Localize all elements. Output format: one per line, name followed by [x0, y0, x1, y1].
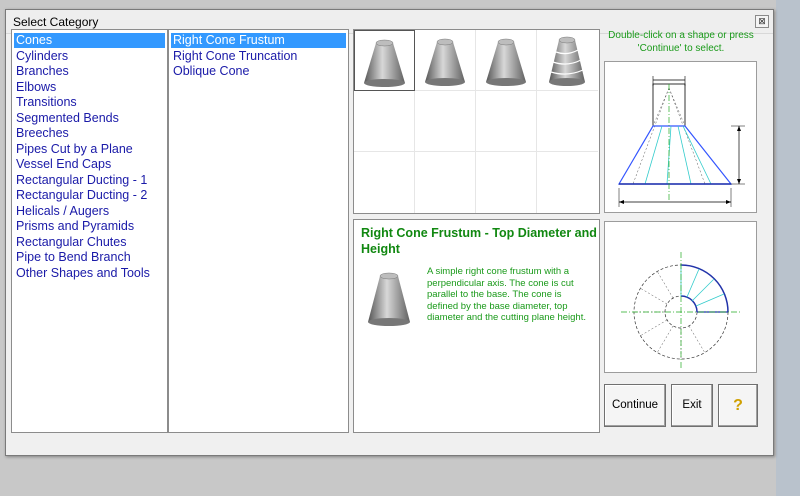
thumbnail-empty	[537, 91, 598, 152]
thumbnail-empty	[476, 152, 537, 213]
segmented-cone-icon	[549, 36, 585, 86]
subcategory-item-right-cone-frustum[interactable]: Right Cone Frustum	[171, 33, 346, 48]
subcategory-item-right-cone-truncation[interactable]: Right Cone Truncation	[171, 49, 346, 64]
category-item-elbows[interactable]: Elbows	[14, 80, 165, 95]
frustum-plan-diagram	[604, 221, 757, 373]
description-text: A simple right cone frustum with a perpe…	[427, 266, 586, 323]
close-icon[interactable]: ⊠	[755, 15, 769, 28]
category-item-cones[interactable]: Cones	[14, 33, 165, 48]
category-item-rectangular-chutes[interactable]: Rectangular Chutes	[14, 235, 165, 250]
frustum-elevation-diagram	[604, 61, 757, 213]
category-item-helicals-augers[interactable]: Helicals / Augers	[14, 204, 165, 219]
frustum-plan-drawing	[621, 252, 741, 370]
thumbnail-empty	[537, 152, 598, 213]
category-item-cylinders[interactable]: Cylinders	[14, 49, 165, 64]
selection-hint: Double-click on a shape or press 'Contin…	[608, 30, 754, 54]
thumbnail-cone-frustum-3[interactable]	[476, 30, 537, 91]
category-item-pipe-to-bend-branch[interactable]: Pipe to Bend Branch	[14, 250, 165, 265]
category-item-branches[interactable]: Branches	[14, 64, 165, 79]
shape-description-panel: Right Cone Frustum - Top Diameter and He…	[353, 219, 600, 433]
category-item-breeches[interactable]: Breeches	[14, 126, 165, 141]
category-list[interactable]: Cones Cylinders Branches Elbows Transitions S…	[11, 29, 168, 433]
description-title: Right Cone Frustum - Top Diameter and He…	[361, 226, 597, 256]
thumbnail-cone-frustum-2[interactable]	[415, 30, 476, 91]
subcategory-list[interactable]: Right Cone Frustum Right Cone Truncation O…	[168, 29, 349, 433]
cone-frustum-preview-icon	[368, 272, 410, 326]
category-item-segmented-bends[interactable]: Segmented Bends	[14, 111, 165, 126]
thumbnail-empty	[476, 91, 537, 152]
category-item-transitions[interactable]: Transitions	[14, 95, 165, 110]
cone-frustum-icon	[364, 39, 405, 87]
question-mark-icon[interactable]: ?	[718, 384, 758, 427]
window-title: Select Category	[13, 15, 99, 29]
thumbnail-cone-frustum-1[interactable]	[354, 30, 415, 91]
thumbnail-empty	[415, 91, 476, 152]
desktop-background	[776, 0, 800, 496]
shape-thumbnail-grid	[353, 29, 600, 214]
exit-button[interactable]: Exit	[671, 384, 713, 427]
cone-frustum-icon	[486, 38, 526, 86]
subcategory-item-oblique-cone[interactable]: Oblique Cone	[171, 64, 346, 79]
cone-frustum-icon	[425, 38, 465, 86]
category-item-rectangular-ducting-2[interactable]: Rectangular Ducting - 2	[14, 188, 165, 203]
thumbnail-empty	[415, 152, 476, 213]
frustum-elevation-drawing	[617, 76, 745, 207]
category-item-pipes-cut-by-a-plane[interactable]: Pipes Cut by a Plane	[14, 142, 165, 157]
continue-button[interactable]: Continue	[604, 384, 666, 427]
category-item-rectangular-ducting-1[interactable]: Rectangular Ducting - 1	[14, 173, 165, 188]
thumbnail-empty	[354, 91, 415, 152]
category-item-vessel-end-caps[interactable]: Vessel End Caps	[14, 157, 165, 172]
category-item-prisms-and-pyramids[interactable]: Prisms and Pyramids	[14, 219, 165, 234]
category-item-other-shapes-and-tools[interactable]: Other Shapes and Tools	[14, 266, 165, 281]
thumbnail-cone-segmented[interactable]	[537, 30, 598, 91]
thumbnail-empty	[354, 152, 415, 213]
